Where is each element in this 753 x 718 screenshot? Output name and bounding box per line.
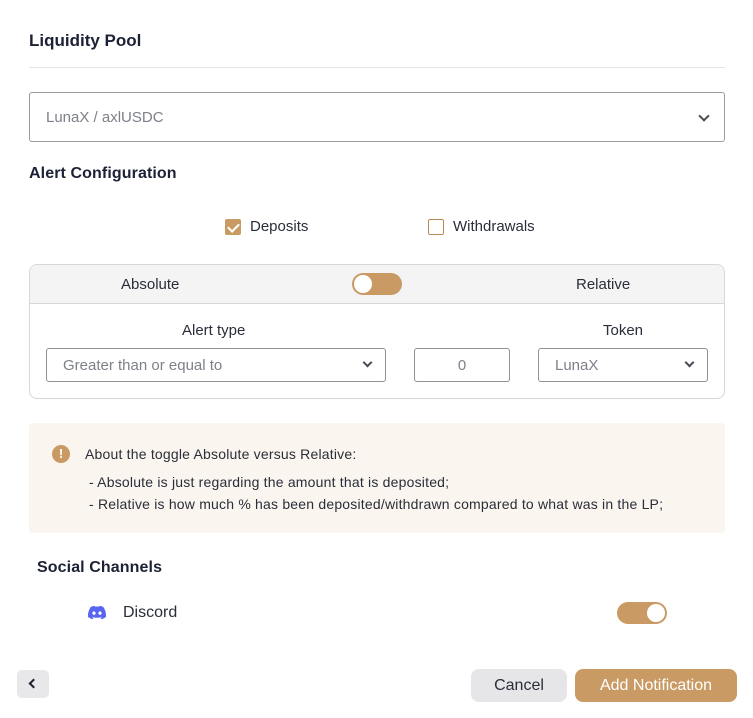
deposits-label: Deposits (250, 218, 309, 235)
alert-type-value: Greater than or equal to (63, 356, 223, 374)
add-notification-button[interactable]: Add Notification (575, 669, 737, 702)
absolute-relative-toggle[interactable] (352, 273, 402, 295)
absolute-label: Absolute (121, 276, 180, 293)
info-line-relative: - Relative is how much % has been deposi… (89, 496, 664, 512)
discord-icon (88, 605, 106, 620)
token-select[interactable]: LunaX (538, 348, 708, 382)
mode-toggle-bar: Absolute Relative (30, 265, 724, 304)
toggle-knob (354, 275, 372, 293)
chevron-down-icon (362, 357, 373, 368)
info-notice: ! About the toggle Absolute versus Relat… (29, 423, 725, 533)
checkbox-unchecked-icon[interactable] (428, 218, 444, 235)
token-value: LunaX (555, 356, 599, 374)
deposits-checkbox[interactable]: Deposits (225, 218, 308, 235)
withdrawals-checkbox[interactable]: Withdrawals (428, 218, 535, 235)
amount-input[interactable] (414, 348, 510, 382)
alert-type-label: Alert type (182, 322, 246, 339)
relative-label: Relative (576, 276, 631, 293)
token-label: Token (603, 322, 644, 339)
withdrawals-label: Withdrawals (453, 218, 535, 235)
liquidity-pool-title: Liquidity Pool (29, 31, 142, 50)
discord-label: Discord (123, 604, 178, 621)
chevron-down-icon (698, 110, 710, 122)
pool-select-value: LunaX / axlUSDC (46, 108, 164, 126)
checkbox-checked-icon[interactable] (225, 218, 241, 235)
pool-select[interactable]: LunaX / axlUSDC (29, 92, 725, 142)
cancel-button[interactable]: Cancel (471, 669, 567, 702)
discord-toggle[interactable] (617, 602, 667, 624)
chevron-left-icon (28, 678, 39, 689)
section-divider (29, 67, 725, 68)
alert-type-select[interactable]: Greater than or equal to (46, 348, 386, 382)
exclamation-icon: ! (52, 445, 70, 463)
alert-config-panel: Absolute Relative Alert type Token Great… (29, 264, 725, 399)
toggle-knob (647, 604, 665, 622)
back-button[interactable] (17, 670, 49, 698)
social-channels-title: Social Channels (37, 559, 163, 576)
chevron-down-icon (684, 357, 695, 368)
info-heading: About the toggle Absolute versus Relativ… (85, 446, 357, 462)
info-line-absolute: - Absolute is just regarding the amount … (89, 474, 450, 490)
alert-configuration-title: Alert Configuration (29, 165, 177, 182)
